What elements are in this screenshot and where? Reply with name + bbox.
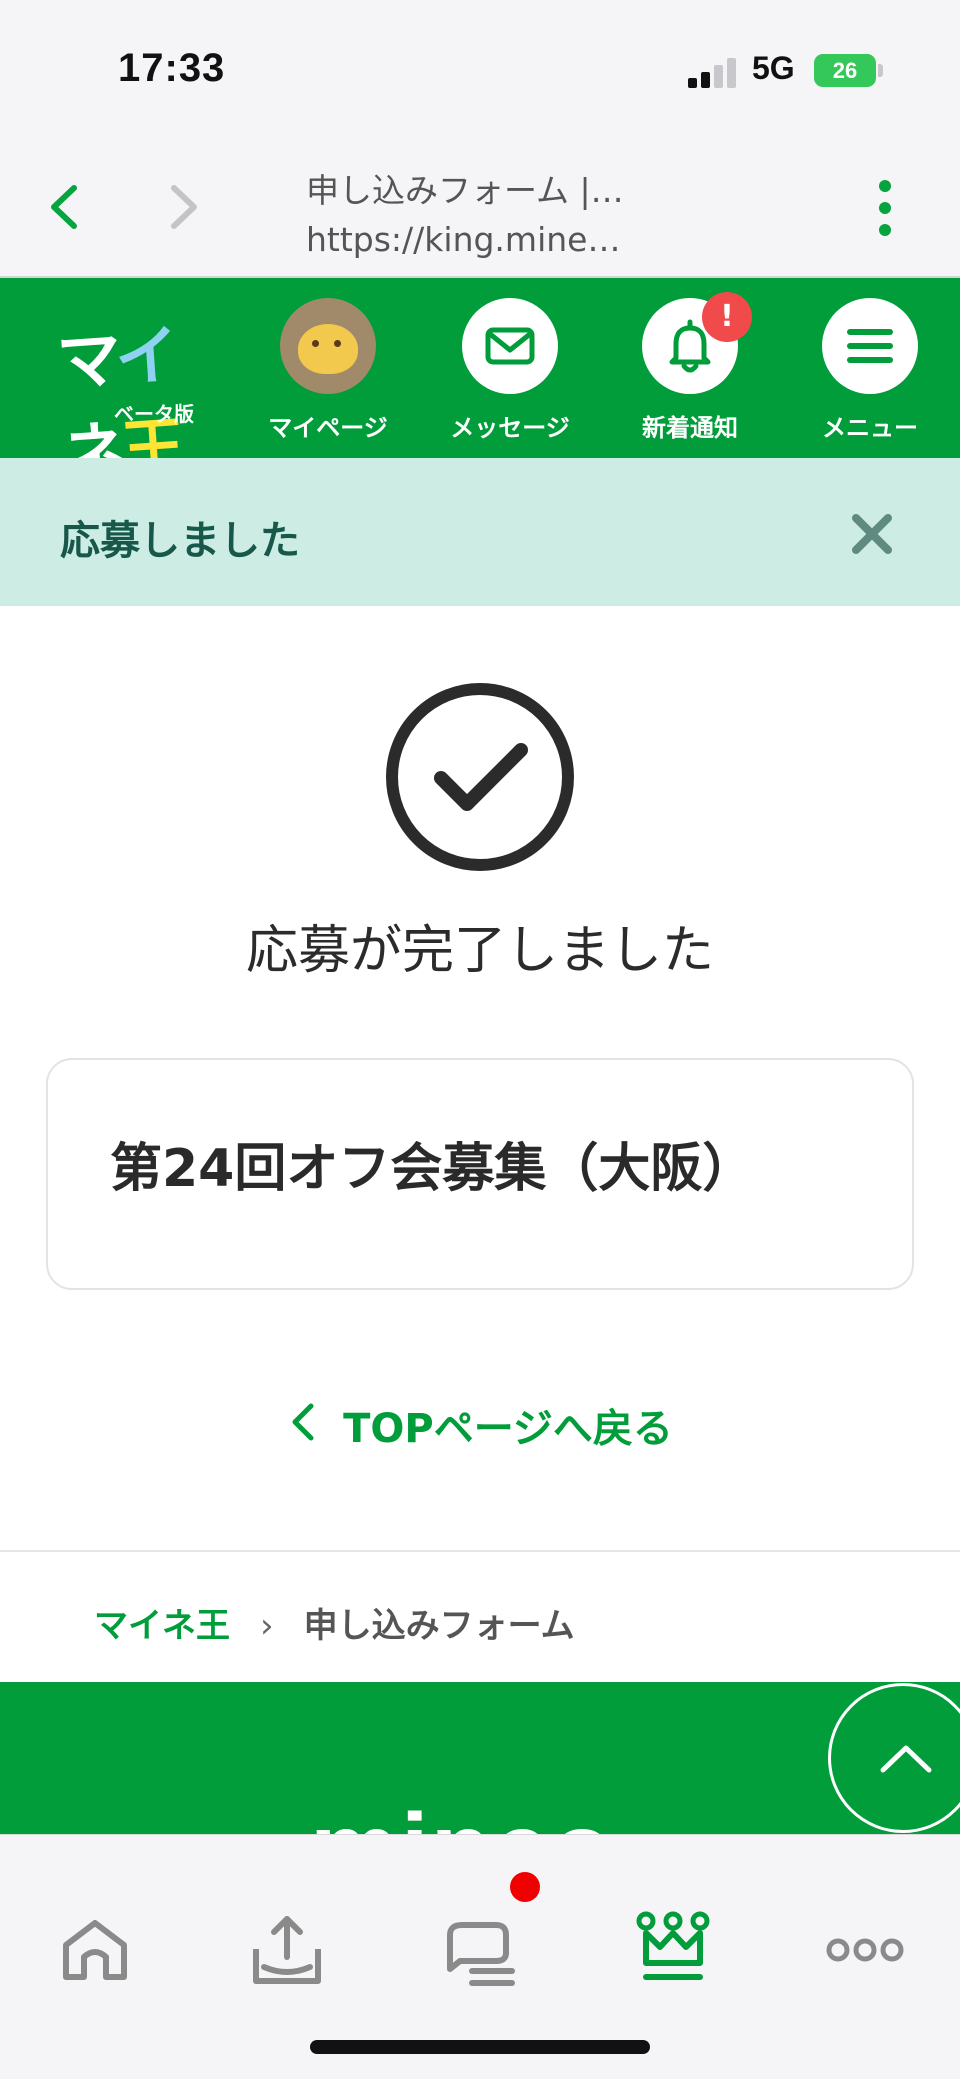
upload-icon[interactable] — [242, 1905, 332, 1995]
status-bar: 17:33 5G 26 — [0, 0, 960, 140]
close-icon[interactable] — [850, 512, 894, 556]
back-arrow-icon[interactable] — [44, 182, 84, 232]
more-vertical-icon[interactable] — [870, 180, 900, 240]
home-indicator — [310, 2040, 650, 2054]
header-menu-label: メニュー — [822, 414, 918, 442]
flash-message-text: 応募しました — [60, 518, 300, 564]
chat-icon[interactable] — [436, 1905, 526, 1995]
header-message-label: メッセージ — [450, 414, 570, 442]
mineo-king-logo[interactable]: マイネ王 ベータ版 — [55, 306, 230, 493]
chat-badge — [510, 1872, 540, 1902]
home-icon[interactable] — [50, 1905, 140, 1995]
page: 17:33 5G 26 申し込みフォーム |… https://king.min… — [0, 0, 960, 2079]
breadcrumb-separator: › — [260, 1606, 274, 1646]
network-type: 5G — [752, 50, 795, 86]
divider — [0, 1550, 960, 1552]
forward-arrow-icon[interactable] — [164, 182, 204, 232]
site-header: マイネ王 ベータ版 マイページ メッセージ ! 新着通知 メニュー — [0, 278, 960, 493]
header-notification-label: 新着通知 — [642, 414, 738, 442]
notification-badge: ! — [702, 292, 752, 342]
event-title: 第24回オフ会募集（大阪） — [110, 1139, 755, 1199]
battery-cap — [878, 64, 883, 77]
check-circle-icon — [386, 683, 574, 871]
battery-icon: 26 — [814, 54, 876, 87]
header-message-button[interactable]: メッセージ — [440, 298, 580, 443]
flash-message: 応募しました — [0, 458, 960, 606]
breadcrumb-current: 申し込みフォーム — [303, 1606, 575, 1646]
hamburger-icon — [822, 298, 918, 394]
chevron-left-icon — [287, 1402, 317, 1452]
header-mypage-label: マイページ — [268, 414, 388, 442]
logo-beta-label: ベータ版 — [114, 402, 194, 426]
signal-icon — [688, 56, 738, 88]
page-title: 申し込みフォーム |… — [306, 171, 624, 210]
avatar — [280, 298, 376, 394]
header-menu-button[interactable]: メニュー — [800, 298, 940, 443]
footer-mineo-logo: mineo — [310, 1792, 614, 1834]
completion-message: 応募が完了しました — [245, 921, 714, 981]
crown-icon[interactable] — [628, 1905, 718, 1995]
chevron-up-icon — [880, 1745, 932, 1773]
page-url: https://king.mine… — [306, 220, 621, 259]
scroll-to-top-button[interactable] — [828, 1683, 960, 1833]
header-notification-button[interactable]: ! 新着通知 — [620, 292, 760, 443]
breadcrumb: マイネ王 › 申し込みフォーム — [94, 1598, 575, 1647]
envelope-icon — [462, 298, 558, 394]
back-to-top-label: TOPページへ戻る — [343, 1406, 673, 1452]
back-to-top-link[interactable]: TOPページへ戻る — [0, 1396, 960, 1454]
site-footer: mineo — [0, 1682, 960, 1834]
more-icon[interactable] — [820, 1905, 910, 1995]
browser-toolbar: 申し込みフォーム |… https://king.mine… — [0, 140, 960, 278]
status-time: 17:33 — [118, 46, 226, 90]
bell-icon: ! — [642, 292, 752, 394]
event-card[interactable]: 第24回オフ会募集（大阪） — [46, 1058, 914, 1290]
address-bar[interactable]: 申し込みフォーム |… https://king.mine… — [306, 164, 726, 259]
header-mypage-button[interactable]: マイページ — [258, 298, 398, 443]
breadcrumb-home-link[interactable]: マイネ王 — [94, 1606, 230, 1646]
